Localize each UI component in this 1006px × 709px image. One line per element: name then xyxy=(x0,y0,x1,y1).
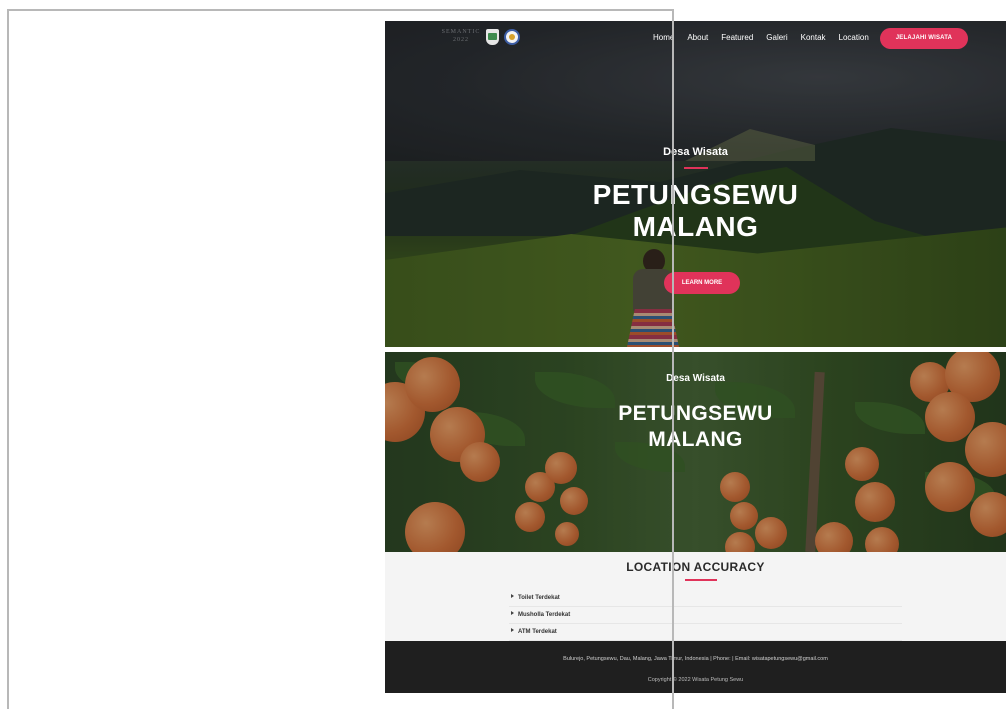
nav-link-galeri[interactable]: Galeri xyxy=(766,33,787,42)
hero-section-mountain: SEMANTIC 2022 Home About Featured Galeri… xyxy=(385,21,1006,347)
nav-link-kontak[interactable]: Kontak xyxy=(801,33,826,42)
footer-copyright: Copyright © 2022 Wisata Petung Sewu xyxy=(647,677,744,683)
location-divider xyxy=(685,579,717,581)
location-item-atm[interactable]: ATM Terdekat xyxy=(509,624,902,641)
location-accuracy-section: LOCATION ACCURACY Toilet Terdekat Mushol… xyxy=(385,552,1006,643)
nav-link-location[interactable]: Location xyxy=(839,33,869,42)
location-list: Toilet Terdekat Musholla Terdekat ATM Te… xyxy=(509,590,902,641)
location-item-musholla[interactable]: Musholla Terdekat xyxy=(509,607,902,624)
hero1-title: PETUNGSEWU MALANG xyxy=(592,179,799,242)
nav-link-home[interactable]: Home xyxy=(653,33,674,42)
nav-link-featured[interactable]: Featured xyxy=(721,33,753,42)
learn-more-button[interactable]: LEARN MORE xyxy=(664,272,740,294)
site-footer: Bulurejo, Petungsewu, Dau, Malang, Jawa … xyxy=(385,641,1006,693)
hero1-subtitle: Desa Wisata xyxy=(663,146,728,158)
top-navbar: SEMANTIC 2022 Home About Featured Galeri… xyxy=(385,21,1006,57)
regency-emblem-icon xyxy=(486,29,499,45)
caret-right-icon xyxy=(511,611,514,615)
jelajahi-wisata-button[interactable]: JELAJAHI WISATA xyxy=(880,28,968,49)
nav-link-about[interactable]: About xyxy=(687,33,708,42)
village-seal-icon xyxy=(504,29,520,45)
caret-right-icon xyxy=(511,594,514,598)
nav-links: Home About Featured Galeri Kontak Locati… xyxy=(653,33,882,42)
caret-right-icon xyxy=(511,628,514,632)
site-logo-text[interactable]: SEMANTIC 2022 xyxy=(441,28,481,44)
hero2-subtitle: Desa Wisata xyxy=(666,373,725,384)
location-section-title: LOCATION ACCURACY xyxy=(626,560,765,574)
website: SEMANTIC 2022 Home About Featured Galeri… xyxy=(385,21,1006,693)
hero2-title: PETUNGSEWU MALANG xyxy=(618,402,773,451)
location-item-toilet[interactable]: Toilet Terdekat xyxy=(509,590,902,607)
footer-contact-info: Bulurejo, Petungsewu, Dau, Malang, Jawa … xyxy=(563,656,828,662)
hero1-divider xyxy=(684,167,708,169)
